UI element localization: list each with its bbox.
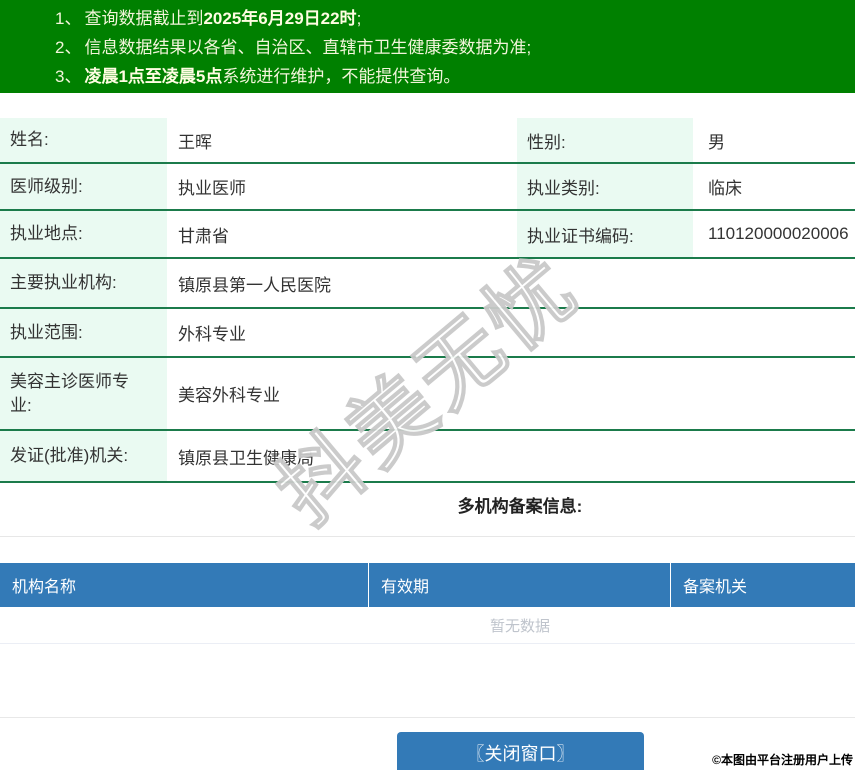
field-value-practice-location: 甘肃省	[178, 226, 229, 246]
note-number: 1、	[55, 9, 82, 28]
field-label-doctor-level: 医师级别:	[0, 164, 167, 209]
note-bold-text: 凌晨1点至凌晨5点	[84, 67, 223, 86]
field-label-practice-location: 执业地点:	[0, 211, 167, 257]
field-label-gender: 性别:	[517, 118, 693, 162]
info-row-level-category: 医师级别: 执业医师 执业类别: 临床	[0, 164, 855, 211]
field-label-issuing-authority: 发证(批准)机关:	[0, 431, 167, 481]
field-value-cosmetic-specialty: 美容外科专业	[178, 386, 280, 405]
field-label-main-institution: 主要执业机构:	[0, 259, 167, 307]
banner-note-3: 3、 凌晨1点至凌晨5点系统进行维护，不能提供查询。	[55, 62, 845, 91]
field-label-practice-scope: 执业范围:	[0, 309, 167, 356]
practitioner-query-result-page: 1、 查询数据截止到2025年6月29日22时; 2、 信息数据结果以各省、自治区、…	[0, 0, 855, 770]
note-bold-text: 2025年6月29日22时	[203, 9, 357, 28]
field-label-name: 姓名:	[0, 118, 167, 162]
info-row-issuing-authority: 发证(批准)机关: 镇原县卫生健康局	[0, 431, 855, 483]
column-header-validity-period: 有效期	[368, 563, 670, 607]
banner-note-2: 2、 信息数据结果以各省、自治区、直辖市卫生健康委数据为准;	[55, 33, 845, 62]
table-blank-area	[0, 644, 855, 718]
note-text: 系统进行维护，不能提供查询。	[222, 67, 461, 86]
multi-org-header-row: 机构名称 有效期 备案机关	[0, 563, 855, 607]
field-value-practice-category: 临床	[708, 179, 742, 198]
info-row-main-institution: 主要执业机构: 镇原县第一人民医院	[0, 259, 855, 309]
field-label-practice-category: 执业类别:	[517, 164, 693, 209]
multi-org-table: 机构名称 有效期 备案机关 暂无数据	[0, 563, 855, 718]
banner-note-1: 1、 查询数据截止到2025年6月29日22时;	[55, 4, 845, 33]
info-row-location-license: 执业地点: 甘肃省 执业证书编码: 110120000020006	[0, 211, 855, 259]
field-label-cosmetic-specialty: 美容主诊医师专业:	[0, 358, 167, 429]
practitioner-info-table: 姓名: 王晖 性别: 男 医师级别: 执业医师 执业类别: 临床 执业地点: 甘…	[0, 118, 855, 483]
section-divider	[0, 536, 855, 537]
multi-org-section-title: 多机构备案信息:	[457, 497, 583, 516]
field-value-doctor-level: 执业医师	[178, 179, 246, 198]
info-row-name-gender: 姓名: 王晖 性别: 男	[0, 118, 855, 164]
field-value-license-number: 110120000020006	[708, 224, 849, 243]
field-value-practice-scope: 外科专业	[178, 325, 246, 344]
field-value-gender: 男	[708, 132, 725, 152]
info-row-cosmetic-specialty: 美容主诊医师专业: 美容外科专业	[0, 358, 855, 431]
copyright-watermark: ©本图由平台注册用户上传	[712, 753, 853, 767]
notice-banner: 1、 查询数据截止到2025年6月29日22时; 2、 信息数据结果以各省、自治区、…	[0, 0, 855, 93]
field-value-issuing-authority: 镇原县卫生健康局	[178, 448, 314, 468]
field-value-main-institution: 镇原县第一人民医院	[178, 275, 331, 295]
note-text: ;	[356, 9, 362, 28]
field-value-name: 王晖	[178, 132, 212, 152]
note-number: 3、	[55, 67, 82, 86]
column-header-filing-authority: 备案机关	[670, 563, 855, 607]
note-text: 信息数据结果以各省、自治区、直辖市卫生健康委数据为准;	[84, 38, 532, 57]
info-row-practice-scope: 执业范围: 外科专业	[0, 309, 855, 358]
close-window-button[interactable]: 〖关闭窗口〗	[397, 732, 644, 770]
empty-data-row: 暂无数据	[0, 607, 855, 644]
note-text: 查询数据截止到	[84, 9, 204, 28]
column-header-institution-name: 机构名称	[12, 579, 77, 596]
field-label-license-number: 执业证书编码:	[517, 211, 693, 257]
note-number: 2、	[55, 38, 82, 57]
